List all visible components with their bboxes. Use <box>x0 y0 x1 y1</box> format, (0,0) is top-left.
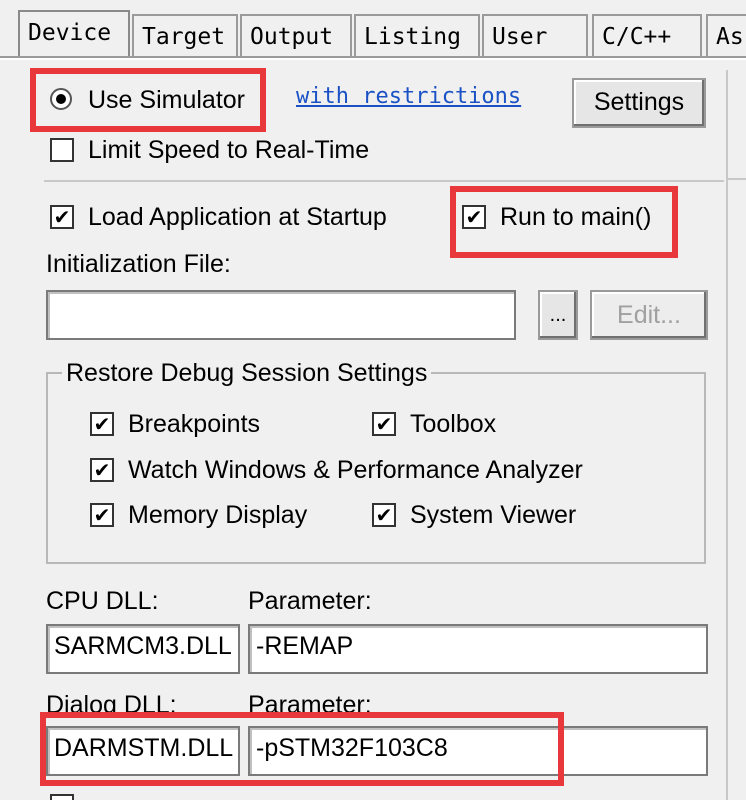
tab-target[interactable]: Target <box>132 14 238 56</box>
memory-display-checkbox[interactable]: ✔ <box>90 503 114 527</box>
toolbox-label: Toolbox <box>410 410 497 438</box>
init-file-label: Initialization File: <box>46 250 231 278</box>
breakpoints-label: Breakpoints <box>128 410 261 438</box>
highlight-dialog-dll <box>40 712 564 786</box>
edit-button[interactable]: Edit... <box>590 290 708 340</box>
cpu-parameter-label: Parameter: <box>248 587 372 615</box>
load-app-checkbox[interactable]: ✔ <box>50 205 74 229</box>
limit-speed-label: Limit Speed to Real-Time <box>88 136 370 164</box>
limit-speed-checkbox[interactable] <box>50 138 74 162</box>
tab-output[interactable]: Output <box>240 14 352 56</box>
right-column-separator <box>728 178 746 180</box>
init-file-input[interactable] <box>46 290 516 340</box>
tab-asm[interactable]: As <box>706 14 746 56</box>
highlight-run-to-main <box>450 186 678 258</box>
tab-listing[interactable]: Listing <box>354 14 480 56</box>
toolbox-checkbox[interactable]: ✔ <box>372 412 396 436</box>
cpu-parameter-input[interactable]: -REMAP <box>248 624 708 674</box>
cpu-dll-input[interactable]: SARMCM3.DLL <box>46 624 240 674</box>
settings-button[interactable]: Settings <box>572 78 706 128</box>
watch-windows-checkbox[interactable]: ✔ <box>90 458 114 482</box>
highlight-use-simulator <box>30 68 266 132</box>
restore-settings-title: Restore Debug Session Settings <box>62 358 432 388</box>
tab-device[interactable]: Device <box>18 10 130 58</box>
tab-user[interactable]: User <box>482 14 588 56</box>
section-separator <box>44 180 724 182</box>
breakpoints-checkbox[interactable]: ✔ <box>90 412 114 436</box>
cpu-dll-label: CPU DLL: <box>46 587 159 615</box>
watch-windows-label: Watch Windows & Performance Analyzer <box>128 456 583 484</box>
partial-bottom-checkbox[interactable] <box>50 794 74 800</box>
browse-button[interactable]: ... <box>538 290 578 340</box>
tab-panel-border-highlight <box>0 58 746 60</box>
restrictions-link[interactable]: with restrictions <box>296 84 521 109</box>
system-viewer-label: System Viewer <box>410 501 577 529</box>
load-app-label: Load Application at Startup <box>88 203 387 231</box>
memory-display-label: Memory Display <box>128 501 308 529</box>
system-viewer-checkbox[interactable]: ✔ <box>372 503 396 527</box>
tab-c-cpp[interactable]: C/C++ <box>592 14 702 56</box>
